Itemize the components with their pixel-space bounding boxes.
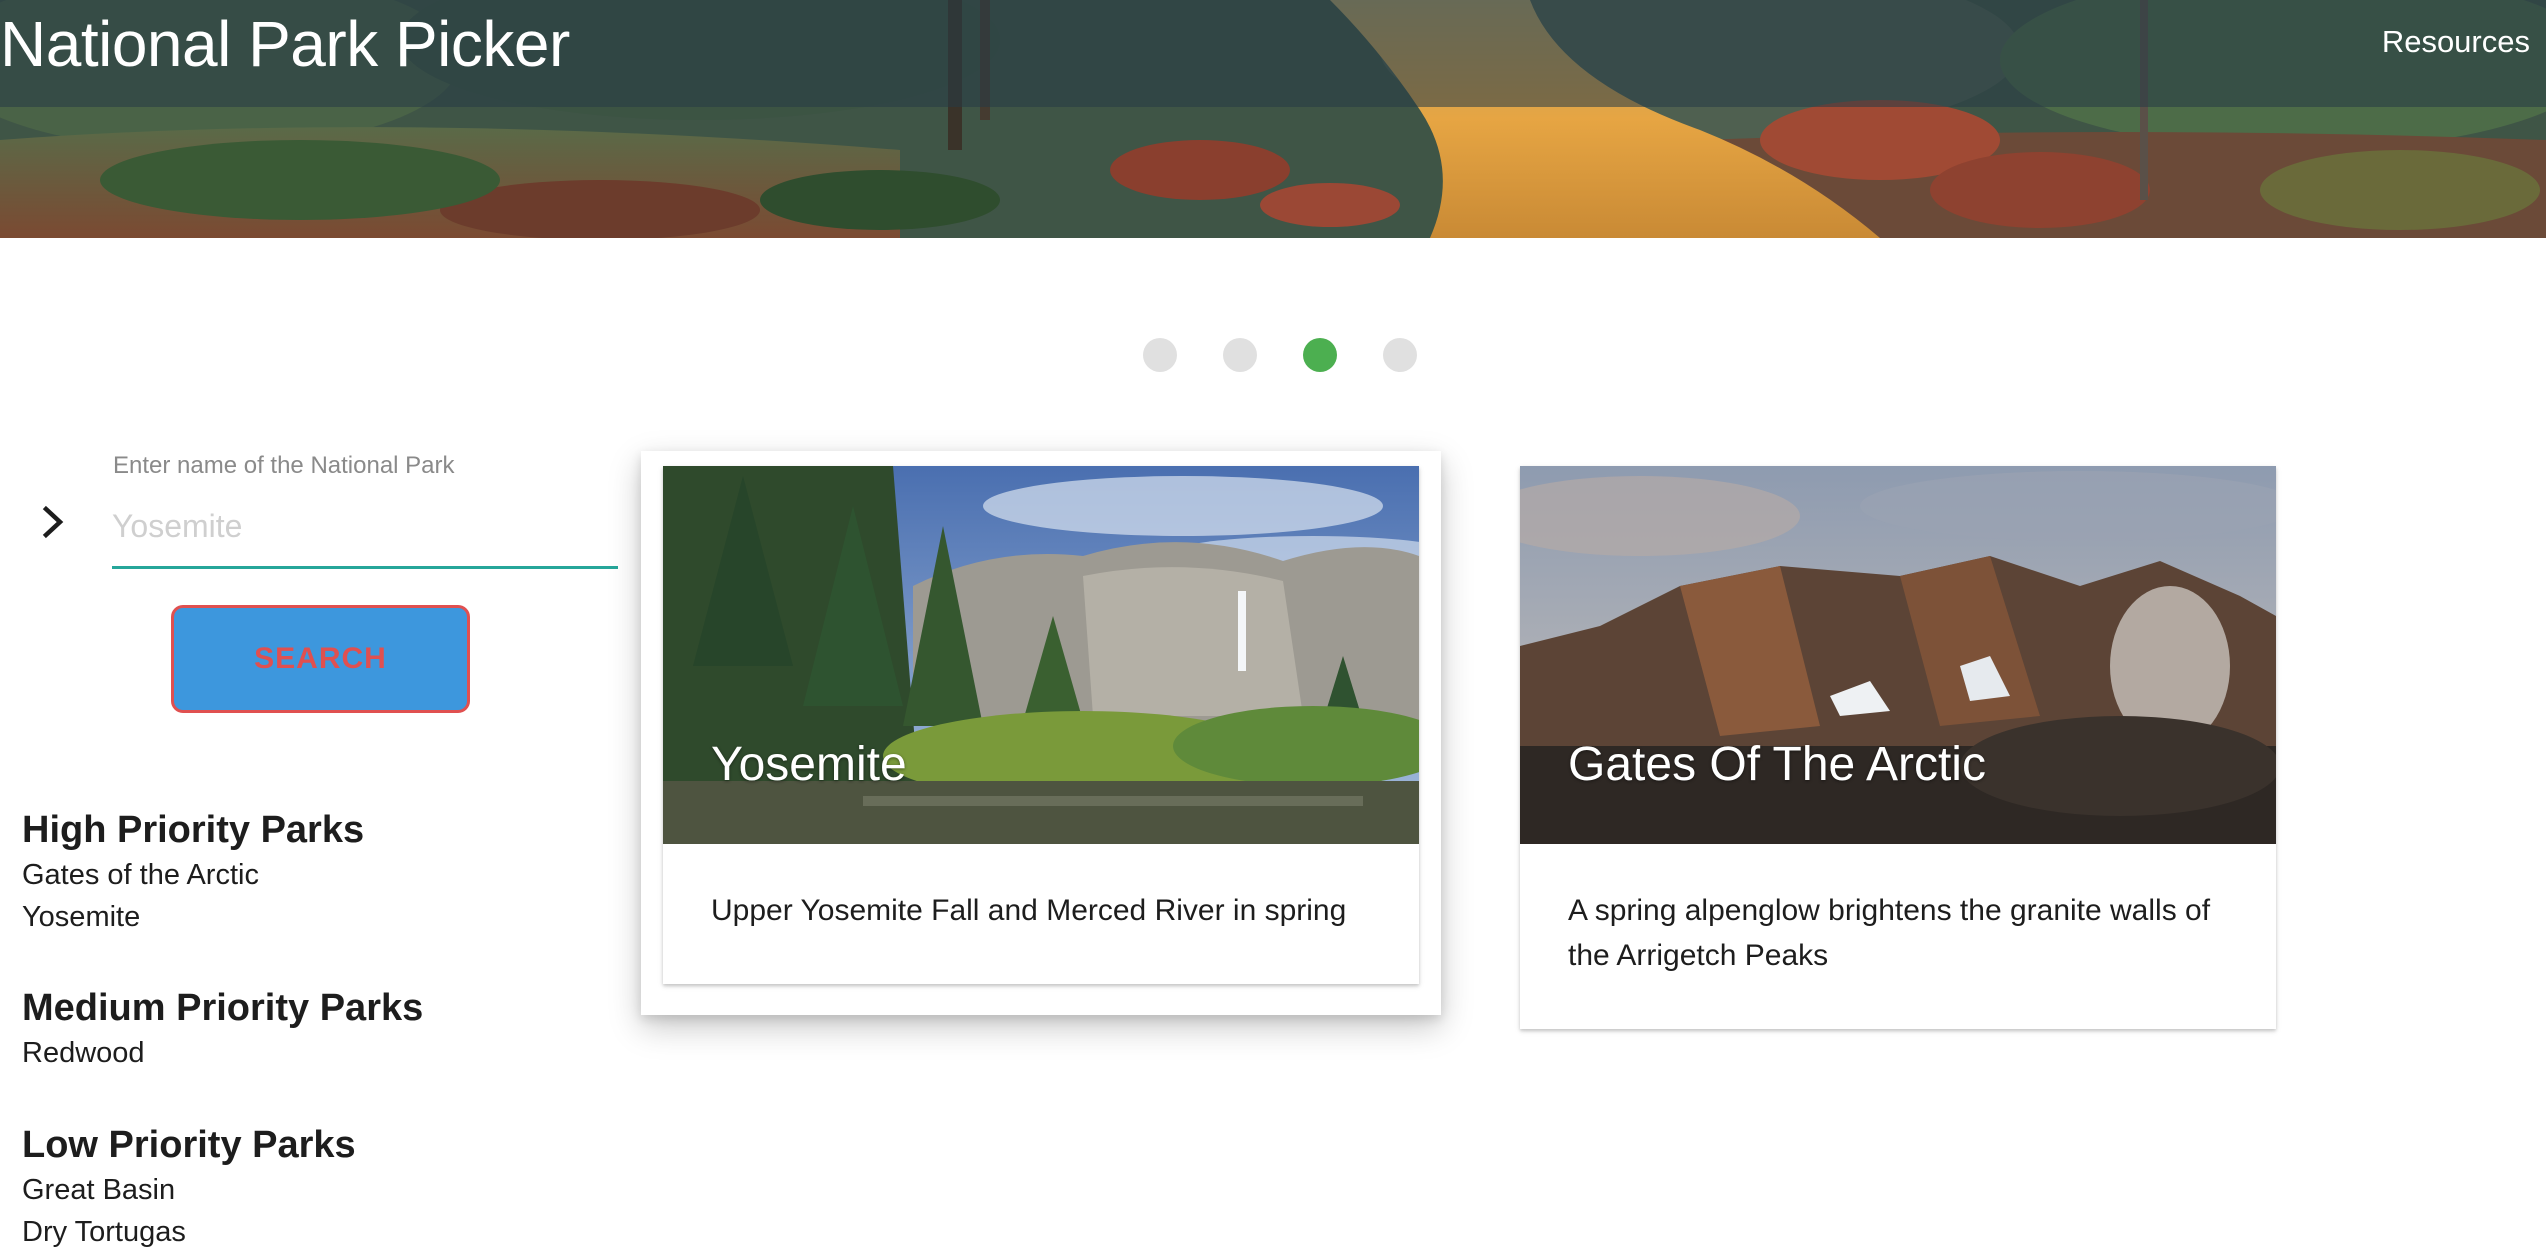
- medium-priority-section: Medium Priority Parks Redwood: [22, 984, 582, 1074]
- navbar: National Park Picker Resources: [0, 0, 2546, 107]
- high-priority-heading: High Priority Parks: [22, 809, 365, 851]
- carousel-indicators: [1143, 338, 1417, 372]
- park-card-image: Yosemite: [663, 466, 1419, 844]
- park-card-caption: A spring alpenglow brightens the granite…: [1568, 894, 2211, 972]
- chevron-right-icon: [42, 505, 64, 539]
- park-card-yosemite[interactable]: Yosemite Upper Yosemite Fall and Merced …: [663, 466, 1419, 984]
- park-card-image: Gates Of The Arctic: [1520, 466, 2276, 844]
- low-priority-section: Low Priority Parks Great Basin Dry Tortu…: [22, 1121, 582, 1253]
- carousel-indicator-active[interactable]: [1303, 338, 1337, 372]
- nav-link-resources[interactable]: Resources: [2382, 22, 2530, 62]
- brand-logo[interactable]: National Park Picker: [0, 6, 570, 82]
- carousel-indicator[interactable]: [1143, 338, 1177, 372]
- priority-park-item[interactable]: Yosemite: [22, 896, 582, 938]
- park-card-gates-of-the-arctic[interactable]: Gates Of The Arctic A spring alpenglow b…: [1520, 466, 2276, 1029]
- park-search-input[interactable]: [112, 494, 618, 569]
- priority-park-item[interactable]: Gates of the Arctic: [22, 854, 582, 896]
- hero-banner: National Park Picker Resources: [0, 0, 2546, 238]
- carousel-indicator[interactable]: [1383, 338, 1417, 372]
- priority-park-item[interactable]: Redwood: [22, 1032, 582, 1074]
- medium-priority-heading: Medium Priority Parks: [22, 987, 424, 1029]
- park-card-caption: Upper Yosemite Fall and Merced River in …: [711, 894, 1347, 927]
- priority-park-item[interactable]: Dry Tortugas: [22, 1211, 582, 1253]
- park-card-title: Gates Of The Arctic: [1568, 738, 1986, 791]
- park-card-title: Yosemite: [711, 738, 907, 791]
- search-button[interactable]: SEARCH: [171, 605, 470, 713]
- carousel-indicator[interactable]: [1223, 338, 1257, 372]
- priority-park-item[interactable]: Great Basin: [22, 1169, 582, 1211]
- high-priority-section: High Priority Parks Gates of the Arctic …: [22, 806, 582, 938]
- search-label: Enter name of the National Park: [113, 452, 455, 479]
- low-priority-heading: Low Priority Parks: [22, 1124, 356, 1166]
